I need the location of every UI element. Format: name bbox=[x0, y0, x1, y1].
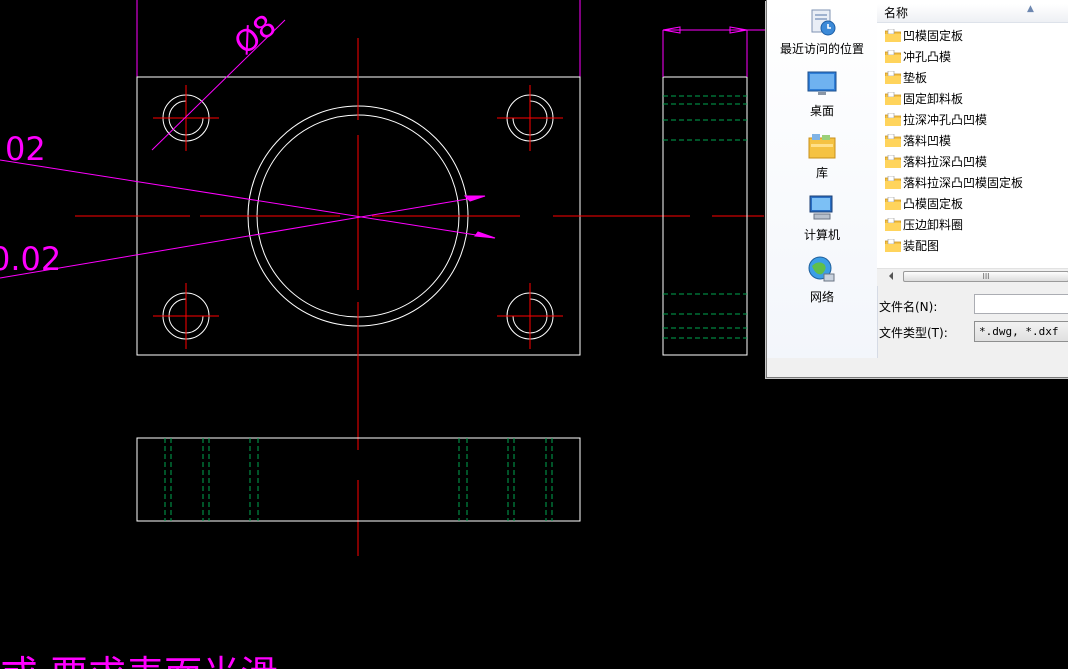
file-name: 压边卸料圈 bbox=[903, 218, 964, 232]
file-list-item[interactable]: 压边卸料圈 bbox=[885, 215, 963, 236]
place-label: 网络 bbox=[809, 290, 834, 304]
file-name: 落料凹模 bbox=[903, 134, 952, 148]
place-computer[interactable]: 计算机 bbox=[767, 192, 877, 243]
place-recent[interactable]: 最近访问的位置 bbox=[767, 6, 877, 57]
place-desktop[interactable]: 桌面 bbox=[767, 68, 877, 119]
folder-icon bbox=[885, 218, 901, 231]
file-list-item[interactable]: 凸模固定板 bbox=[885, 194, 963, 215]
network-icon bbox=[808, 256, 835, 282]
file-list-item[interactable]: 装配图 bbox=[885, 236, 939, 257]
file-list-item[interactable]: 凹模固定板 bbox=[885, 26, 963, 47]
file-list-item[interactable]: 拉深冲孔凸凹模 bbox=[885, 110, 987, 131]
folder-icon bbox=[885, 92, 901, 105]
folder-icon bbox=[885, 113, 901, 126]
place-label: 库 bbox=[815, 166, 828, 180]
sort-ascending-icon: ▲ bbox=[1027, 4, 1034, 14]
folder-icon bbox=[885, 71, 901, 84]
file-name: 凹模固定板 bbox=[903, 29, 964, 43]
scroll-grip: III bbox=[982, 272, 990, 281]
place-label: 桌面 bbox=[809, 104, 834, 118]
tolerance-dimension-top: 02 bbox=[5, 130, 46, 168]
folder-icon bbox=[885, 29, 901, 42]
file-name: 凸模固定板 bbox=[903, 197, 964, 211]
column-header-name[interactable]: 名称 ▲ bbox=[877, 4, 1068, 23]
folder-icon bbox=[885, 176, 901, 189]
file-name: 落料拉深凸凹模固定板 bbox=[903, 176, 1024, 190]
folder-icon bbox=[885, 155, 901, 168]
folder-icon bbox=[885, 134, 901, 147]
file-list-item[interactable]: 落料拉深凸凹模 bbox=[885, 152, 987, 173]
bottom-note-text: 或 要求表面光滑 bbox=[0, 653, 278, 669]
filetype-select[interactable]: *.dwg, *.dxf bbox=[974, 321, 1068, 342]
diameter-dimension-text: Ø8 bbox=[228, 8, 283, 62]
file-name: 垫板 bbox=[903, 71, 928, 85]
places-bar: 最近访问的位置 桌面 库 计算机 网络 bbox=[767, 0, 878, 358]
desktop-icon bbox=[807, 71, 837, 95]
column-header-label: 名称 bbox=[884, 6, 909, 20]
tolerance-dimension-bottom: 0.02 bbox=[0, 240, 61, 278]
file-list-item[interactable]: 落料拉深凸凹模固定板 bbox=[885, 173, 1023, 194]
side-view bbox=[662, 26, 766, 356]
file-open-dialog: 最近访问的位置 桌面 库 计算机 网络 名称 ▲ 凹模固定板 冲孔凸模 垫板 固… bbox=[766, 0, 1068, 378]
filename-input[interactable] bbox=[974, 294, 1068, 314]
folder-icon bbox=[885, 197, 901, 210]
place-label: 最近访问的位置 bbox=[779, 42, 864, 56]
horizontal-scrollbar[interactable]: III bbox=[877, 268, 1068, 286]
filename-label: 文件名(N): bbox=[879, 300, 938, 314]
file-name: 装配图 bbox=[903, 239, 940, 253]
place-libraries[interactable]: 库 bbox=[767, 130, 877, 181]
place-network[interactable]: 网络 bbox=[767, 254, 877, 305]
file-list[interactable]: 名称 ▲ 凹模固定板冲孔凸模垫板固定卸料板拉深冲孔凸凹模 落料凹模落料拉深凸凹模落… bbox=[877, 0, 1068, 268]
place-label: 计算机 bbox=[803, 228, 840, 242]
file-name: 冲孔凸模 bbox=[903, 50, 952, 64]
file-list-item[interactable]: 固定卸料板 bbox=[885, 89, 963, 110]
file-list-item[interactable]: 落料凹模 bbox=[885, 131, 951, 152]
file-list-item[interactable]: 垫板 bbox=[885, 68, 927, 89]
libraries-icon bbox=[808, 134, 836, 159]
file-name: 落料拉深凸凹模 bbox=[903, 155, 988, 169]
filetype-label: 文件类型(T): bbox=[879, 326, 948, 340]
file-name: 固定卸料板 bbox=[903, 92, 964, 106]
file-list-item[interactable]: 冲孔凸模 bbox=[885, 47, 951, 68]
scroll-left-arrow-icon[interactable] bbox=[889, 272, 893, 280]
computer-icon bbox=[809, 195, 833, 220]
scroll-thumb[interactable]: III bbox=[903, 271, 1068, 282]
centerlines bbox=[75, 38, 764, 556]
recent-places-icon bbox=[811, 9, 836, 36]
file-name: 拉深冲孔凸凹模 bbox=[903, 113, 988, 127]
folder-icon bbox=[885, 50, 901, 63]
folder-icon bbox=[885, 239, 901, 252]
